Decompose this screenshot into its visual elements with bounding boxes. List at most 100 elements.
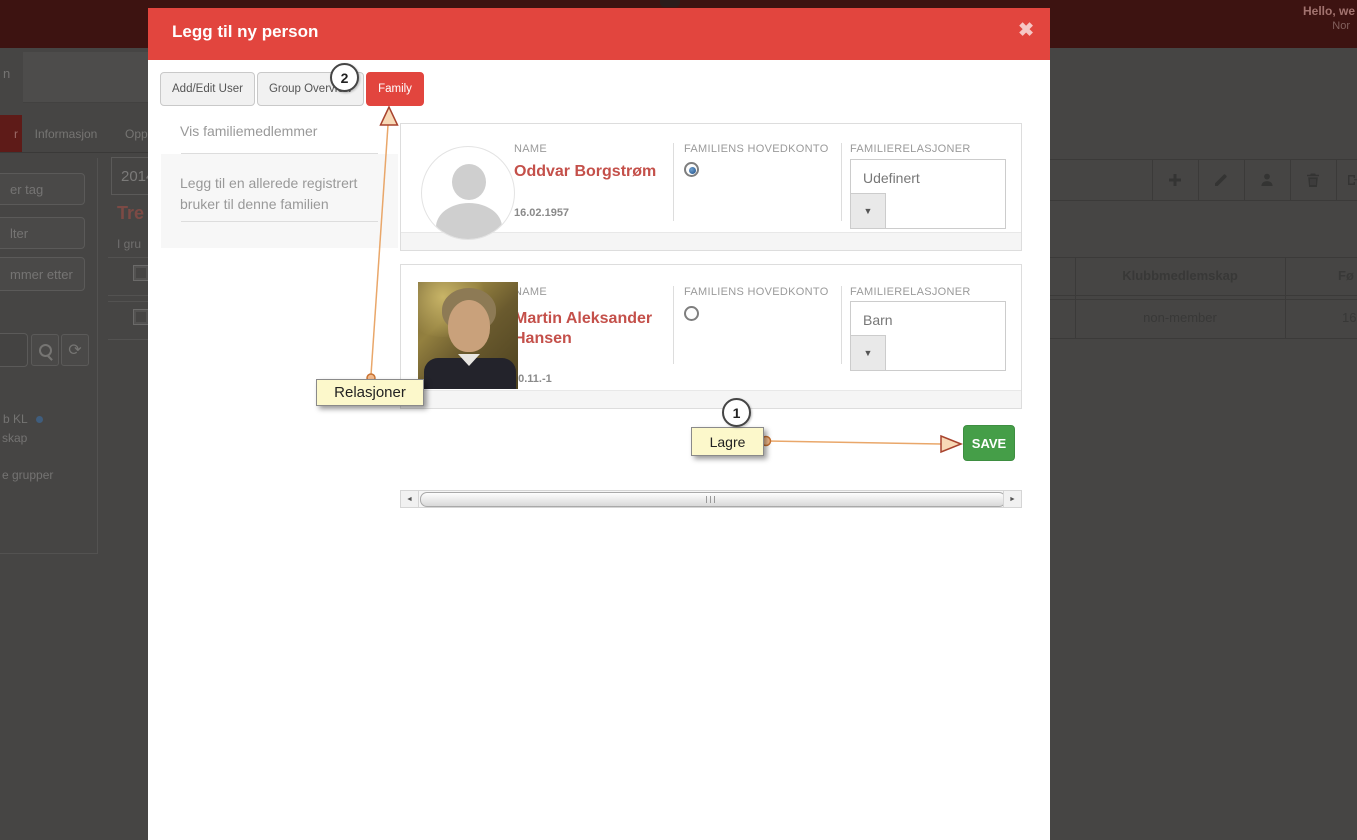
- search-button[interactable]: [31, 334, 59, 366]
- export-button[interactable]: [1346, 172, 1357, 188]
- close-icon[interactable]: ✖: [1018, 19, 1034, 42]
- toolbar-separator: [1152, 160, 1153, 200]
- dropdown-button[interactable]: ▼: [851, 335, 886, 370]
- member-birthdate: 16.02.1957: [514, 207, 570, 219]
- toolbar-separator: [1290, 160, 1291, 200]
- relations-label: FAMILIERELASJONER: [850, 286, 971, 298]
- sidebar-divider: [181, 221, 378, 222]
- tab-family[interactable]: Family: [366, 72, 424, 106]
- scrollbar-thumb[interactable]: [420, 492, 1006, 507]
- tab-add-edit-user[interactable]: Add/Edit User: [160, 72, 255, 106]
- add-button[interactable]: [1167, 172, 1183, 188]
- name-label: NAME: [514, 143, 547, 155]
- avatar: [421, 146, 515, 240]
- tooltip-lagre: Lagre: [691, 427, 764, 456]
- card-footer: [401, 390, 1021, 408]
- member-name-link[interactable]: Martin Aleksander Hansen: [514, 309, 666, 349]
- user-button[interactable]: [1259, 172, 1275, 188]
- column-header-membership[interactable]: Klubbmedlemskap: [1075, 268, 1285, 283]
- toolbar-border: [1050, 200, 1357, 201]
- bg-active-tab[interactable]: r: [0, 115, 22, 152]
- bg-subheading: I gru: [117, 237, 142, 251]
- table-border: [1050, 295, 1357, 296]
- row-border: [108, 257, 148, 258]
- tab-divider: [0, 152, 148, 153]
- chevron-down-icon: ▼: [863, 206, 873, 216]
- trash-icon: [1307, 173, 1319, 187]
- chevron-down-icon: ▼: [863, 348, 873, 358]
- search-icon: [38, 343, 52, 357]
- main-account-radio[interactable]: [684, 306, 699, 321]
- scroll-right-button[interactable]: ►: [1003, 491, 1021, 507]
- family-member-card: NAME Oddvar Borgstrøm 16.02.1957 FAMILIE…: [400, 123, 1022, 251]
- step-badge-1: 1: [722, 398, 751, 427]
- sidebar-item-add-registered[interactable]: Legg til en allerede registrert bruker t…: [161, 154, 398, 248]
- horizontal-scrollbar[interactable]: ◄ ►: [400, 490, 1022, 508]
- member-name-link[interactable]: Oddvar Borgstrøm: [514, 162, 666, 182]
- app-root: Hello, we Nor n r Informasjon Oppsla er …: [0, 0, 1357, 840]
- pencil-icon: [1215, 174, 1227, 186]
- greeting-text: Hello, we: [1302, 4, 1355, 18]
- row-checkbox[interactable]: [133, 265, 149, 281]
- relation-select[interactable]: Udefinert ▼: [850, 159, 1006, 229]
- table-border: [1050, 299, 1357, 300]
- sidebar-item-view-members[interactable]: Vis familiemedlemmer: [180, 121, 317, 142]
- step-badge-2: 2: [330, 63, 359, 92]
- add-person-modal: Legg til ny person ✖ Add/Edit User Group…: [148, 8, 1050, 840]
- skap-label: skap: [2, 431, 28, 445]
- main-account-label: FAMILIENS HOVEDKONTO: [684, 286, 829, 298]
- column-separator: [673, 286, 674, 364]
- toolbar-separator: [1244, 160, 1245, 200]
- column-separator: [673, 143, 674, 221]
- filter-input[interactable]: lter: [0, 217, 85, 249]
- toolbar-border: [1050, 159, 1357, 160]
- relations-label: FAMILIERELASJONER: [850, 143, 971, 155]
- modal-title: Legg til ny person: [172, 22, 319, 41]
- export-icon: [1348, 175, 1357, 185]
- club-label: b KL: [3, 412, 28, 426]
- tab-informasjon[interactable]: Informasjon: [25, 115, 107, 152]
- column-separator: [841, 286, 842, 364]
- save-button[interactable]: SAVE: [963, 425, 1015, 461]
- name-label: NAME: [514, 286, 547, 298]
- cell-membership: non-member: [1143, 310, 1217, 325]
- person-icon: [1261, 173, 1273, 186]
- panel-border: [97, 158, 98, 554]
- logo-fragment: [660, 0, 680, 7]
- table-border: [1050, 338, 1357, 339]
- groups-label: e grupper: [2, 468, 54, 482]
- family-member-card: NAME Martin Aleksander Hansen 30.11.-1 F…: [400, 264, 1022, 409]
- scroll-left-button[interactable]: ◄: [401, 491, 419, 507]
- table-border: [1285, 257, 1286, 338]
- column-separator: [841, 143, 842, 221]
- delete-button[interactable]: [1305, 172, 1321, 188]
- column-header-birth[interactable]: Fø: [1338, 268, 1354, 283]
- plus-icon: [1169, 174, 1181, 186]
- toolbar-separator: [1198, 160, 1199, 200]
- relation-select[interactable]: Barn ▼: [850, 301, 1006, 371]
- table-border: [1050, 257, 1357, 258]
- toolbar-separator: [1336, 160, 1337, 200]
- cell-birth: 16: [1342, 310, 1357, 325]
- row-checkbox[interactable]: [133, 309, 149, 325]
- panel-border-bottom: [0, 553, 98, 554]
- status-dot: [36, 416, 43, 423]
- bg-heading: Tre: [117, 203, 145, 223]
- row-border: [108, 295, 148, 296]
- dropdown-button[interactable]: ▼: [851, 193, 886, 228]
- refresh-icon: ⟳: [68, 342, 82, 359]
- filter-tag-input[interactable]: er tag: [0, 173, 85, 205]
- main-account-radio[interactable]: [684, 162, 699, 177]
- row-border: [108, 339, 148, 340]
- scroll-right-icon: ►: [1009, 495, 1016, 503]
- filter-members-input[interactable]: mmer etter: [0, 257, 85, 291]
- scrollbar-grip: [706, 496, 718, 503]
- edit-button[interactable]: [1213, 172, 1229, 188]
- person-photo: [418, 282, 518, 389]
- nav-item-fragment[interactable]: n: [3, 66, 10, 81]
- search-input[interactable]: [0, 333, 28, 367]
- greeting-subtext: Nor: [1332, 20, 1350, 32]
- refresh-button[interactable]: ⟳: [61, 334, 89, 366]
- main-account-label: FAMILIENS HOVEDKONTO: [684, 143, 829, 155]
- tab-oppslag[interactable]: Oppsla: [120, 115, 148, 152]
